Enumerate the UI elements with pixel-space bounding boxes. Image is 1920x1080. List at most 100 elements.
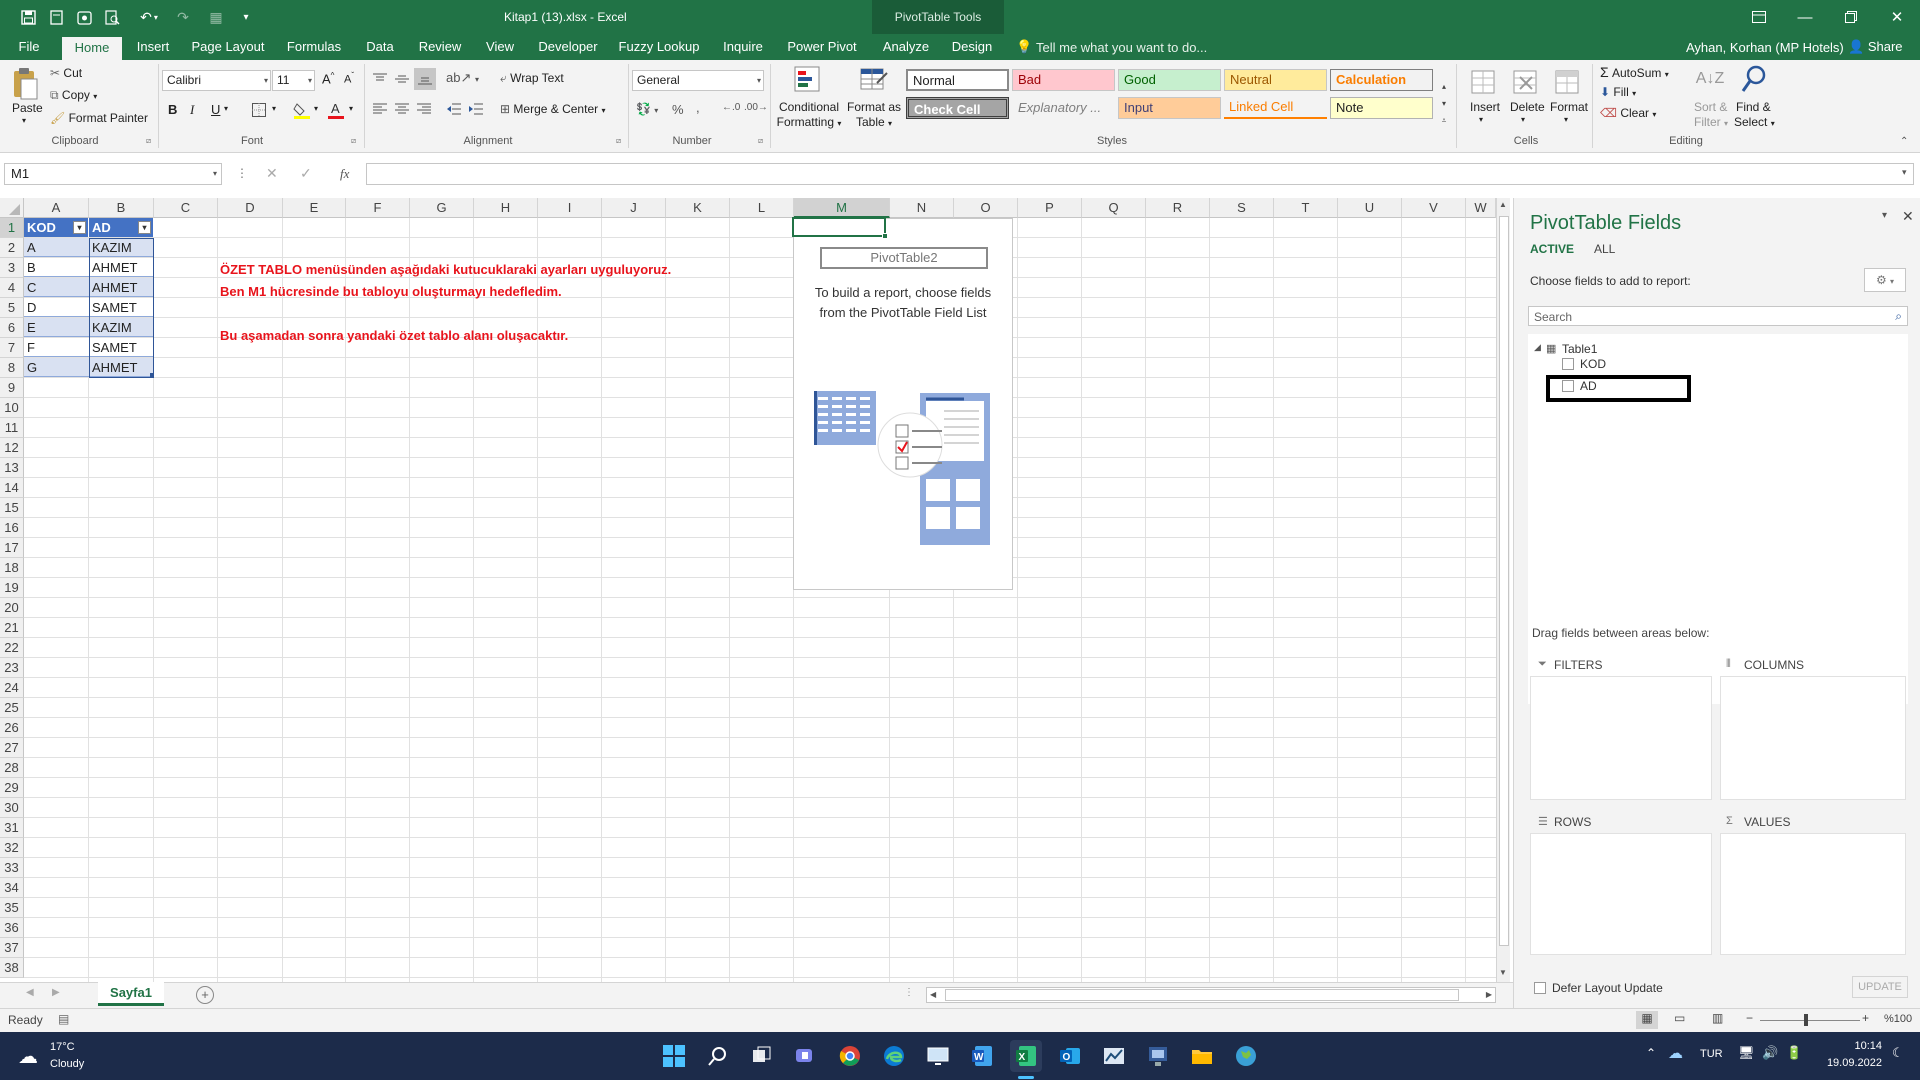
style-linked-cell[interactable]: Linked Cell [1224,97,1327,119]
conditional-formatting-icon[interactable] [792,64,824,96]
save-icon[interactable] [18,7,38,27]
zoom-in-icon[interactable]: + [1862,1011,1869,1025]
row-header-13[interactable]: 13 [0,458,24,478]
table-cell[interactable]: C [24,278,89,297]
teams-chat-icon[interactable] [790,1040,822,1072]
number-format-combo[interactable]: General ▾ [632,70,764,91]
clock-date[interactable]: 19.09.2022 [1812,1057,1882,1069]
fill-color-dropdown-icon[interactable]: ▾ [314,104,318,113]
chart-app-icon[interactable] [1098,1040,1130,1072]
row-header-20[interactable]: 20 [0,598,24,618]
clock-time[interactable]: 10:14 [1822,1040,1882,1052]
column-header-o[interactable]: O [954,198,1018,218]
undo-icon[interactable]: ↶ ▾ [134,7,164,27]
align-middle-icon[interactable] [392,70,412,88]
note-line-1[interactable]: ÖZET TABLO menüsünden aşağıdaki kutucukl… [220,262,671,277]
paste-label[interactable]: Paste [12,101,43,115]
align-left-icon[interactable] [370,100,390,118]
column-header-n[interactable]: N [890,198,954,218]
find-select-label-1[interactable]: Find & [1736,100,1771,114]
filters-area[interactable] [1530,676,1712,800]
row-header-17[interactable]: 17 [0,538,24,558]
tab-all-fields[interactable]: ALL [1594,242,1615,256]
field-search-input[interactable]: Search ⌕ [1528,306,1908,326]
font-size-combo[interactable]: 11 ▾ [272,70,315,91]
shrink-font-icon[interactable]: Aˇ [344,71,354,86]
dialog-launcher-icon[interactable]: ⧄ [616,136,621,146]
expand-formula-icon[interactable]: ▾ [1902,167,1907,178]
dialog-launcher-icon[interactable]: ⧄ [351,136,356,146]
font-color-icon[interactable]: A [326,100,346,120]
row-header-33[interactable]: 33 [0,858,24,878]
notification-icon[interactable]: ☾ [1892,1045,1904,1061]
style-bad[interactable]: Bad [1012,69,1115,91]
row-header-7[interactable]: 7 [0,338,24,358]
insert-cells-label[interactable]: Insert [1470,100,1500,114]
column-header-l[interactable]: L [730,198,794,218]
column-header-k[interactable]: K [666,198,730,218]
zoom-level[interactable]: %100 [1884,1013,1912,1025]
next-sheet-icon[interactable]: ▶ [52,987,60,998]
cancel-icon[interactable]: ✕ [266,165,278,182]
sort-filter-label-1[interactable]: Sort & [1694,100,1727,114]
format-cells-label[interactable]: Format [1550,100,1588,114]
input-language[interactable]: TUR [1700,1048,1723,1060]
user-name[interactable]: Ayhan, Korhan (MP Hotels) [1686,40,1844,55]
style-neutral[interactable]: Neutral [1224,69,1327,91]
enter-icon[interactable]: ✓ [300,165,312,182]
row-header-22[interactable]: 22 [0,638,24,658]
increase-decimal-icon[interactable]: ←.0 [722,102,740,113]
pane-close-icon[interactable]: ✕ [1902,208,1914,225]
decrease-decimal-icon[interactable]: .00→ [744,102,768,113]
accounting-format-icon[interactable]: 💱 ▾ [636,102,658,116]
fill-button[interactable]: ⬇ Fill ▾ [1600,85,1636,99]
outlook-icon[interactable]: O [1054,1040,1086,1072]
row-header-1[interactable]: 1 [0,218,24,238]
zoom-slider[interactable] [1760,1020,1860,1021]
defer-layout-checkbox[interactable] [1534,982,1546,994]
row-header-3[interactable]: 3 [0,258,24,278]
page-layout-view-icon[interactable]: ▭ [1674,1011,1685,1025]
tab-insert[interactable]: Insert [130,34,176,60]
column-header-v[interactable]: V [1402,198,1466,218]
styles-gallery-scroll[interactable]: ▴ ▾ ⩡ [1437,68,1451,140]
italic-button[interactable]: I [190,102,194,118]
word-icon[interactable]: W [966,1040,998,1072]
gear-icon[interactable]: ⚙ ▾ [1864,268,1906,292]
column-header-r[interactable]: R [1146,198,1210,218]
table-cell[interactable]: A [24,238,89,257]
style-check-cell[interactable]: Check Cell [906,97,1009,119]
align-center-icon[interactable] [392,100,412,118]
column-header-q[interactable]: Q [1082,198,1146,218]
rows-area[interactable] [1530,833,1712,955]
gallery-more-icon[interactable]: ⩡ [1442,116,1447,126]
column-header-b[interactable]: B [89,198,154,218]
collapse-triangle-icon[interactable]: ◢ [1534,342,1541,353]
delete-dropdown-icon[interactable]: ▾ [1521,115,1525,124]
format-cells-icon[interactable] [1552,66,1582,98]
conditional-formatting-label-1[interactable]: Conditional [776,100,842,114]
row-header-37[interactable]: 37 [0,938,24,958]
copy-button[interactable]: ⧉ Copy ▾ [50,88,97,103]
table-cell[interactable]: AHMET [89,258,154,277]
column-header-w[interactable]: W [1466,198,1496,218]
column-header-u[interactable]: U [1338,198,1402,218]
delete-cells-icon[interactable] [1510,66,1540,98]
columns-area[interactable] [1720,676,1906,800]
format-as-table-label-1[interactable]: Format as [846,100,902,114]
table-header-kod[interactable]: KOD ▾ [24,218,89,237]
table-cell[interactable]: KAZIM [89,238,154,257]
pane-options-dropdown-icon[interactable]: ▾ [1882,210,1887,221]
borders-dropdown-icon[interactable]: ▾ [272,104,276,113]
dialog-launcher-icon[interactable]: ⧄ [758,136,763,146]
paste-icon[interactable] [10,66,40,102]
orientation-icon[interactable]: ab↗ ▾ [446,70,479,86]
align-top-icon[interactable] [370,70,390,88]
column-header-c[interactable]: C [154,198,218,218]
row-header-21[interactable]: 21 [0,618,24,638]
tab-file[interactable]: File [10,34,48,60]
tab-view[interactable]: View [478,34,522,60]
row-header-23[interactable]: 23 [0,658,24,678]
field-checkbox-kod[interactable] [1562,358,1574,370]
tab-power-pivot[interactable]: Power Pivot [782,34,862,60]
